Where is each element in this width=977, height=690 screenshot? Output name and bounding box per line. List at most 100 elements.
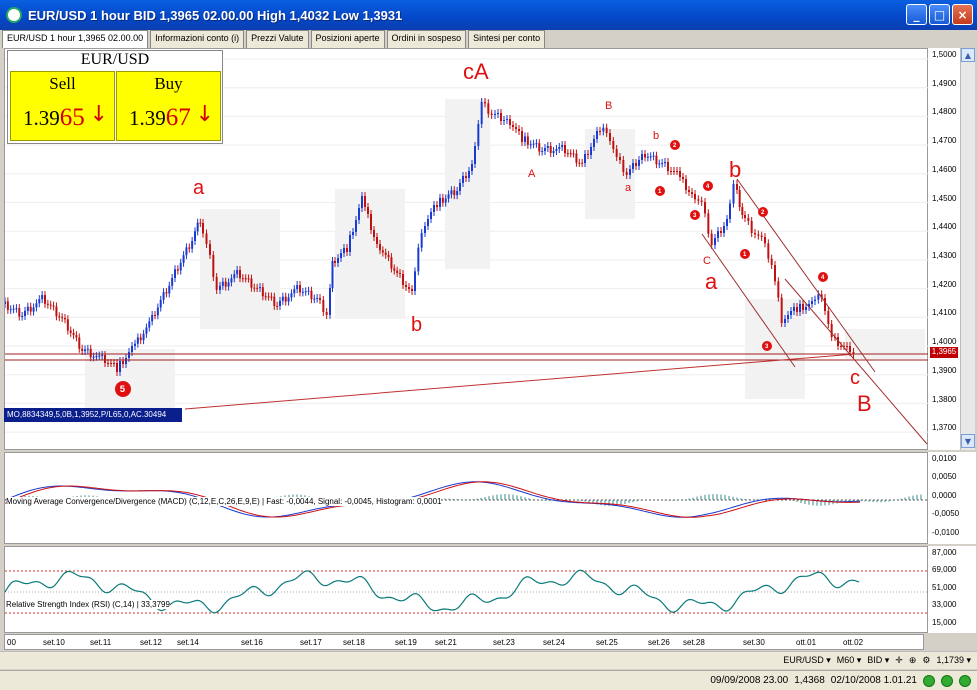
candle: [44, 295, 46, 304]
sell-box[interactable]: Sell 1.3965 ↓: [10, 71, 115, 141]
candle: [24, 310, 26, 316]
candle: [205, 233, 208, 244]
candle: [538, 143, 541, 152]
time-tick-label: set.28: [683, 638, 705, 647]
candle: [817, 294, 820, 300]
candle: [276, 305, 279, 307]
time-tick-label: set.16: [241, 638, 263, 647]
candle: [273, 296, 276, 306]
candle: [188, 247, 191, 249]
candle: [679, 171, 681, 177]
candle: [555, 149, 558, 151]
instrument-select[interactable]: EUR/USD ▾: [783, 655, 831, 666]
candle: [599, 131, 601, 132]
price-tick-label: 1,4100: [932, 308, 957, 318]
rsi-panel[interactable]: [4, 546, 929, 634]
candle: [685, 179, 687, 190]
candle: [12, 308, 15, 310]
zoom-icon[interactable]: ⊕: [909, 655, 917, 666]
candle: [301, 291, 304, 293]
minimize-button[interactable]: _: [906, 4, 927, 25]
crosshair-icon[interactable]: ✛: [895, 655, 903, 666]
price-tick-label: 1,4600: [932, 164, 957, 174]
candle: [439, 197, 441, 207]
tab-chart[interactable]: EUR/USD 1 hour 1,3965 02.00.00: [2, 30, 149, 48]
candle: [503, 120, 505, 121]
candle: [95, 356, 98, 358]
buy-box[interactable]: Buy 1.3967 ↓: [116, 71, 221, 141]
window-title: EUR/USD 1 hour BID 1,3965 02.00.00 High …: [28, 7, 403, 23]
rsi-chart[interactable]: [4, 547, 929, 634]
candle: [38, 299, 41, 304]
candle: [774, 265, 776, 282]
price-scrollbar[interactable]: ▲ ▼: [960, 48, 975, 450]
candle: [635, 163, 637, 166]
tab-pending-orders[interactable]: Ordini in sospeso: [386, 30, 467, 48]
price-tick-label: 1,5000: [932, 50, 957, 59]
candle: [212, 255, 215, 277]
candle: [433, 205, 435, 212]
candle: [239, 270, 241, 279]
candle: [387, 254, 390, 258]
candle: [230, 278, 233, 283]
candle: [279, 300, 281, 306]
tab-prices[interactable]: Prezzi Valute: [246, 30, 309, 48]
side-select[interactable]: BID ▾: [867, 655, 889, 666]
candle: [331, 261, 334, 288]
tab-account-info[interactable]: Informazioni conto (i): [150, 30, 245, 48]
candle: [714, 238, 716, 245]
period-select[interactable]: M60 ▾: [837, 655, 862, 666]
candle: [405, 285, 407, 287]
candle: [159, 299, 162, 308]
candle: [532, 143, 535, 145]
candle: [304, 291, 307, 293]
candle: [355, 220, 357, 232]
candle: [267, 296, 270, 298]
macd-tick-label: -0,0100: [932, 527, 960, 537]
value-select[interactable]: 1,1739 ▾: [936, 655, 971, 666]
candle: [376, 237, 378, 244]
candle: [58, 316, 61, 318]
scroll-up-button[interactable]: ▲: [961, 48, 975, 62]
scroll-down-button[interactable]: ▼: [961, 434, 975, 448]
wave-label: A: [528, 168, 536, 180]
status-date-right: 02/10/2008 1.01.21: [830, 675, 917, 686]
candle: [35, 303, 38, 308]
candle: [641, 154, 643, 160]
close-button[interactable]: ×: [952, 4, 973, 25]
candle: [552, 151, 555, 153]
tab-account-summary[interactable]: Sintesi per conto: [468, 30, 546, 48]
candle: [370, 214, 372, 230]
candle: [145, 327, 148, 334]
candle: [793, 307, 795, 311]
maximize-button[interactable]: □: [929, 4, 950, 25]
tab-open-positions[interactable]: Posizioni aperte: [310, 30, 385, 48]
candle: [682, 177, 684, 179]
candle: [334, 261, 336, 263]
candle: [256, 287, 259, 289]
candle: [364, 196, 366, 207]
time-tick-label: ott.02: [843, 638, 864, 647]
candle: [340, 253, 342, 258]
candle: [15, 308, 18, 310]
candle: [202, 223, 204, 234]
candle: [729, 203, 731, 219]
candle: [396, 270, 399, 273]
time-tick-label: set.26: [648, 638, 670, 647]
settings-icon[interactable]: ⚙: [922, 655, 930, 666]
candle: [619, 157, 621, 160]
rsi-tick-label: 87,000: [932, 548, 957, 557]
candle: [151, 315, 154, 322]
connection-status-icon: [923, 674, 935, 687]
candle: [319, 298, 321, 300]
candle: [373, 230, 375, 237]
candle: [629, 169, 631, 175]
candle: [846, 346, 848, 347]
candle: [670, 171, 672, 172]
candle: [770, 258, 773, 265]
candle: [131, 346, 133, 352]
candle: [764, 237, 766, 244]
macd-label: Moving Average Convergence/Divergence (M…: [6, 497, 442, 506]
macd-tick-label: -0,0050: [932, 509, 960, 519]
quote-symbol: EUR/USD: [80, 51, 150, 68]
